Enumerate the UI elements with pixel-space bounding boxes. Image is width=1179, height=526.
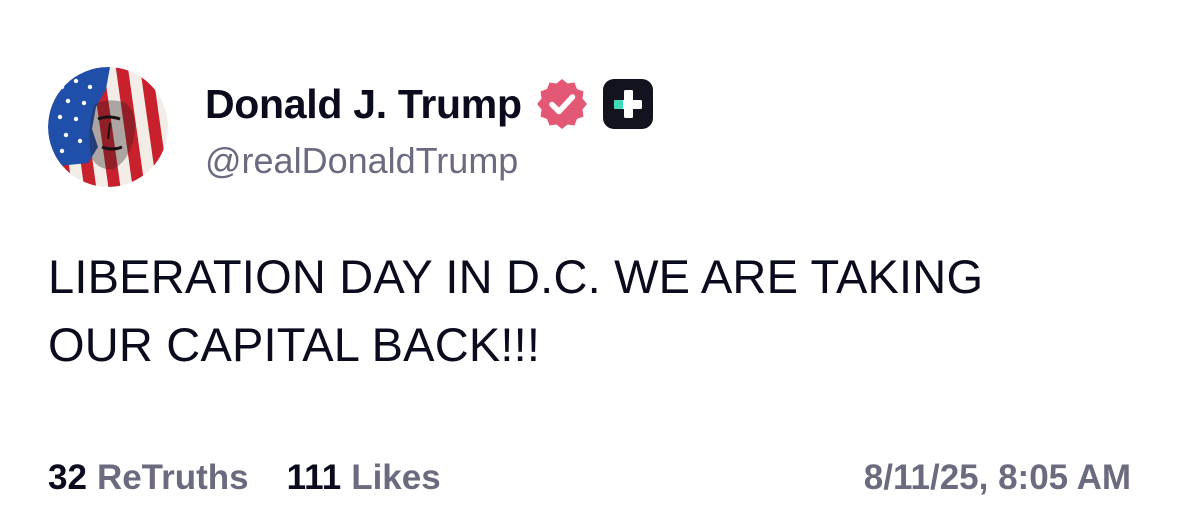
post-body-line: LIBERATION DAY IN D.C. WE ARE TAKING — [48, 250, 984, 303]
truth-plus-icon — [602, 79, 653, 129]
verified-badge-icon — [536, 79, 587, 129]
display-name[interactable]: Donald J. Trump — [205, 81, 522, 128]
post-timestamp[interactable]: 8/11/25, 8:05 AM — [864, 458, 1131, 498]
post-body: LIBERATION DAY IN D.C. WE ARE TAKING OUR… — [48, 243, 1128, 379]
likes-label: Likes — [351, 458, 441, 497]
likes-stat[interactable]: 111 Likes — [287, 458, 441, 498]
likes-count: 111 — [286, 458, 342, 497]
retruths-stat[interactable]: 32 ReTruths — [48, 458, 249, 498]
name-row: Donald J. Trump — [205, 76, 654, 132]
truth-post-card: Donald J. Trump @realDonaldTrump LIBERAT… — [0, 0, 1179, 526]
handle[interactable]: @realDonaldTrump — [205, 140, 654, 182]
flag-portrait-avatar-icon — [48, 67, 168, 187]
post-footer: 32 ReTruths 111 Likes 8/11/25, 8:05 AM — [48, 452, 1131, 504]
post-body-line: OUR CAPITAL BACK!!! — [48, 318, 541, 371]
retruths-label: ReTruths — [96, 458, 249, 497]
retruths-count: 32 — [48, 458, 87, 497]
author-block: Donald J. Trump @realDonaldTrump — [205, 76, 654, 182]
avatar[interactable] — [48, 67, 168, 187]
